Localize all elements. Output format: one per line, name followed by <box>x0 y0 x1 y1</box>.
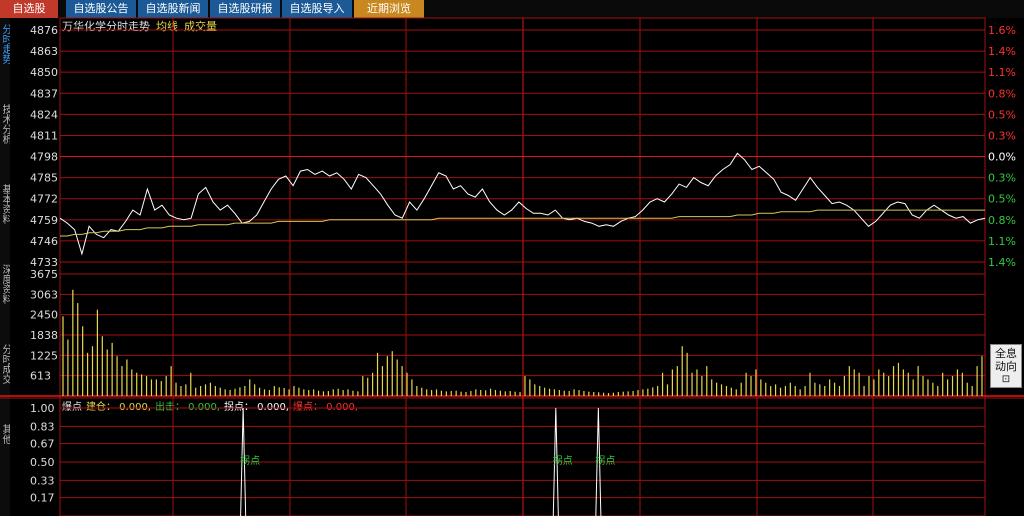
price-tick-label: 4759 <box>30 214 58 227</box>
pct-tick-label: 1.1% <box>988 235 1016 248</box>
pct-tick-label: 0.3% <box>988 129 1016 142</box>
pct-tick-label: 0.5% <box>988 193 1016 206</box>
pct-tick-label: 0.8% <box>988 87 1016 100</box>
pct-tick-label: 1.6% <box>988 24 1016 37</box>
indicator-tick-label: 0.50 <box>30 456 55 469</box>
pct-tick-label: 0.8% <box>988 214 1016 227</box>
pct-tick-label: 1.4% <box>988 45 1016 58</box>
intraday-chart: 4876 4863 4850 4837 4824 4811 4798 4785 4772 4759… <box>0 17 1024 516</box>
indicator-annotation: 拐点 <box>553 454 573 467</box>
indicator-tick-label: 1.00 <box>30 402 55 415</box>
price-tick-label: 4811 <box>30 129 58 142</box>
price-tick-label: 4772 <box>30 193 58 206</box>
pct-tick-label: 1.4% <box>988 256 1016 269</box>
pct-tick-label: 1.1% <box>988 66 1016 79</box>
volume-tick-label: 3063 <box>30 288 58 301</box>
indicator-tick-label: 0.17 <box>30 492 55 505</box>
price-tick-label: 4785 <box>30 172 58 185</box>
indicator-tick-label: 0.33 <box>30 474 55 487</box>
indicator-annotation: 拐点 <box>595 454 615 467</box>
price-tick-label: 4850 <box>30 66 58 79</box>
price-tick-label: 4837 <box>30 87 58 100</box>
indicator-tick-label: 0.67 <box>30 438 55 451</box>
indicator-tick-label: 0.83 <box>30 420 55 433</box>
pct-tick-label: 0.3% <box>988 172 1016 185</box>
price-tick-label: 4746 <box>30 235 58 248</box>
indicator-annotation: 拐点 <box>240 454 260 467</box>
price-tick-label: 4798 <box>30 151 58 164</box>
price-tick-label: 4876 <box>30 24 58 37</box>
pct-tick-label: 0.5% <box>988 108 1016 121</box>
price-tick-label: 4863 <box>30 45 58 58</box>
price-tick-label: 4824 <box>30 108 58 121</box>
volume-tick-label: 1225 <box>30 349 58 362</box>
volume-tick-label: 613 <box>30 370 51 383</box>
volume-tick-label: 2450 <box>30 309 58 322</box>
pct-tick-label: 0.0% <box>988 151 1016 164</box>
volume-tick-label: 3675 <box>30 268 58 281</box>
volume-tick-label: 1838 <box>30 329 58 342</box>
